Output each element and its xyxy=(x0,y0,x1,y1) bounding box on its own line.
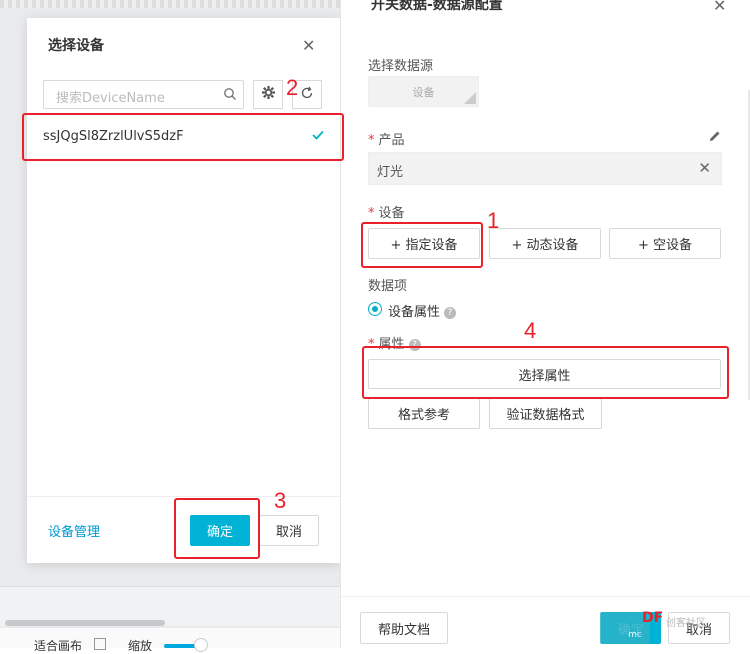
verify-format-button[interactable]: 验证数据格式 xyxy=(489,398,602,429)
product-value: 灯光 xyxy=(377,165,404,180)
panel-title: 开关数据-数据源配置 xyxy=(371,0,503,13)
zoom-label: 缩放 xyxy=(128,639,153,653)
device-list-item[interactable]: ssJQgSl8ZrzlUlvS5dzF xyxy=(27,115,340,159)
device-search-input[interactable]: 搜索DeviceName xyxy=(43,80,244,109)
settings-button[interactable] xyxy=(253,80,283,109)
product-label: * 产品 xyxy=(368,133,405,148)
gear-icon xyxy=(261,85,276,104)
data-source-config-panel: 开关数据-数据源配置 ✕ 选择数据源 设备 * 产品 灯光 ✕ * 设备 + 指定设… xyxy=(340,0,750,648)
device-property-option[interactable]: 设备属性? xyxy=(388,301,457,320)
watermark-text: DF xyxy=(642,610,664,626)
dialog-footer-divider xyxy=(27,496,340,497)
search-placeholder: 搜索DeviceName xyxy=(56,91,165,106)
device-management-link[interactable]: 设备管理 xyxy=(48,521,100,540)
zoom-slider-handle[interactable] xyxy=(194,638,208,652)
edit-icon[interactable] xyxy=(709,130,721,146)
help-doc-button[interactable]: 帮助文档 xyxy=(360,612,448,644)
fit-canvas-checkbox[interactable] xyxy=(94,638,106,650)
clear-icon[interactable]: ✕ xyxy=(698,159,711,177)
select-device-dialog: 选择设备 ✕ 搜索DeviceName ssJQgSl8ZrzlUlvS5dzF… xyxy=(27,18,340,563)
search-icon[interactable] xyxy=(223,87,237,105)
empty-device-button[interactable]: + 空设备 xyxy=(609,228,721,259)
data-source-label: 选择数据源 xyxy=(368,59,434,74)
close-icon[interactable]: ✕ xyxy=(302,36,315,55)
data-source-select[interactable]: 设备 xyxy=(368,76,479,107)
format-reference-button[interactable]: 格式参考 xyxy=(368,398,480,429)
close-icon[interactable]: ✕ xyxy=(713,0,726,15)
canvas-scrollbar[interactable] xyxy=(5,620,165,626)
specified-device-button[interactable]: + 指定设备 xyxy=(368,228,480,259)
help-icon: ? xyxy=(444,306,457,319)
check-icon xyxy=(312,129,324,144)
data-item-label: 数据项 xyxy=(368,279,408,294)
device-name: ssJQgSl8ZrzlUlvS5dzF xyxy=(43,129,184,144)
confirm-button[interactable]: 确定 xyxy=(190,515,250,546)
help-icon: ? xyxy=(408,338,421,351)
property-label: * 属性? xyxy=(368,333,421,352)
device-property-radio[interactable] xyxy=(368,302,382,316)
refresh-icon xyxy=(300,86,314,104)
dialog-title: 选择设备 xyxy=(48,38,104,54)
data-source-value: 设备 xyxy=(412,85,435,99)
canvas-ruler xyxy=(0,0,340,8)
panel-footer-divider xyxy=(341,596,750,597)
select-property-button[interactable]: 选择属性 xyxy=(368,359,721,389)
dynamic-device-button[interactable]: + 动态设备 xyxy=(489,228,601,259)
device-label: * 设备 xyxy=(368,206,405,221)
refresh-button[interactable] xyxy=(292,80,322,109)
canvas-footer: 适合画布 缩放 xyxy=(0,628,340,653)
watermark-subtext: 创客社区 xyxy=(666,618,706,629)
fit-canvas-label: 适合画布 xyxy=(34,639,83,653)
product-field[interactable]: 灯光 ✕ xyxy=(368,152,722,185)
resize-corner-icon xyxy=(464,92,476,104)
cancel-button[interactable]: 取消 xyxy=(259,515,319,546)
